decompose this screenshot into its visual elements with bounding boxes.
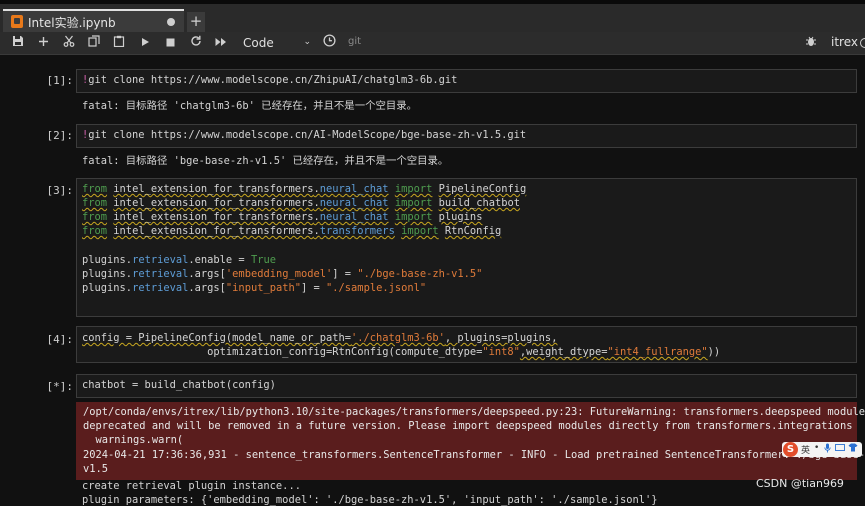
code-line: git clone https://www.modelscope.cn/Zhip…	[88, 74, 458, 86]
debugger-button[interactable]	[802, 34, 820, 52]
keyboard-icon[interactable]	[835, 443, 845, 455]
tab-notebook[interactable]: Intel实验.ipynb	[3, 9, 184, 32]
code-line: plugins.retrieval.enable = True	[82, 254, 276, 266]
bug-icon	[806, 36, 816, 46]
code-cell-1[interactable]: !git clone https://www.modelscope.cn/Zhi…	[76, 69, 857, 93]
punctuation-icon[interactable]: •	[814, 443, 819, 453]
clock-button[interactable]	[320, 34, 338, 52]
unsaved-dot-icon[interactable]	[167, 18, 175, 26]
git-label[interactable]: git	[348, 36, 361, 47]
tab-bar: Intel实验.ipynb +	[0, 4, 865, 32]
code-line: optimization_config=RtnConfig(compute_dt…	[82, 346, 721, 358]
stdout-line: plugin parameters: {'embedding_model': '…	[82, 494, 658, 506]
stop-button[interactable]	[161, 34, 179, 52]
microphone-icon[interactable]	[824, 443, 831, 456]
copy-button[interactable]	[85, 34, 103, 52]
stderr-line: warnings.warn(	[83, 434, 184, 446]
restart-button[interactable]	[187, 34, 205, 52]
new-tab-button[interactable]: +	[187, 12, 205, 32]
tab-title: Intel实验.ipynb	[28, 16, 116, 30]
code-line: from intel_extension_for_transformers.ne…	[82, 183, 527, 195]
paste-icon	[113, 35, 125, 48]
cell-output: fatal: 目标路径 'chatglm3-6b' 已经存在，并且不是一个空目录…	[82, 100, 418, 112]
cell-prompt: [1]:	[46, 74, 74, 87]
stderr-line: deprecated and will be removed in a futu…	[83, 420, 853, 432]
stop-icon	[166, 38, 174, 47]
code-line: from intel_extension_for_transformers.ne…	[82, 197, 520, 209]
code-line: git clone https://www.modelscope.cn/AI-M…	[88, 129, 527, 141]
stderr-output: /opt/conda/envs/itrex/lib/python3.10/sit…	[76, 402, 865, 480]
cell-prompt: [2]:	[46, 129, 74, 142]
kernel-name[interactable]: itrex	[831, 35, 858, 49]
chevron-down-icon: ⌄	[303, 37, 311, 47]
code-cell-2[interactable]: !git clone https://www.modelscope.cn/AI-…	[76, 124, 857, 148]
stderr-line: /opt/conda/envs/itrex/lib/python3.10/sit…	[83, 406, 865, 418]
watermark: CSDN @tian969	[756, 477, 844, 490]
save-icon	[13, 36, 23, 46]
notebook-toolbar: Code ⌄ git itrex	[0, 32, 865, 54]
plus-icon	[38, 37, 48, 46]
code-cell-3[interactable]: from intel_extension_for_transformers.ne…	[76, 178, 857, 317]
code-line: from intel_extension_for_transformers.ne…	[82, 211, 483, 223]
code-line: config = PipelineConfig(model_name_or_pa…	[82, 332, 558, 344]
cell-prompt: [4]:	[46, 333, 74, 346]
scissors-icon	[63, 35, 75, 47]
code-line: from intel_extension_for_transformers.tr…	[82, 225, 502, 237]
add-cell-button[interactable]	[34, 34, 52, 52]
cell-prompt: [3]:	[46, 184, 74, 197]
code-line: plugins.retrieval.args['embedding_model'…	[82, 268, 483, 280]
play-icon	[142, 38, 149, 46]
ime-toolbar[interactable]: S 英 •	[782, 442, 862, 457]
cell-prompt: [*]:	[46, 380, 74, 393]
stdout-line: create retrieval plugin instance...	[82, 480, 301, 492]
cell-output: fatal: 目标路径 'bge-base-zh-v1.5' 已经存在，并且不是…	[82, 155, 449, 167]
code-cell-4[interactable]: config = PipelineConfig(model_name_or_pa…	[76, 326, 857, 363]
notebook-icon	[11, 15, 23, 28]
stderr-line: 2024-04-21 17:36:36,931 - sentence_trans…	[83, 449, 865, 461]
code-line: chatbot = build_chatbot(config)	[82, 379, 276, 391]
stderr-line: v1.5	[83, 463, 109, 475]
restart-icon	[191, 35, 201, 46]
kernel-status-icon	[860, 38, 865, 48]
paste-button[interactable]	[110, 34, 128, 52]
cell-type-select[interactable]: Code ⌄	[243, 35, 311, 51]
copy-icon	[88, 35, 100, 47]
save-button[interactable]	[9, 34, 27, 52]
toolbar-divider	[0, 54, 865, 55]
run-all-button[interactable]	[212, 34, 230, 52]
ime-mode-label[interactable]: 英	[801, 443, 810, 456]
code-cell-5[interactable]: chatbot = build_chatbot(config)	[76, 374, 857, 398]
sogou-logo-icon: S	[783, 442, 798, 457]
cell-type-value: Code	[243, 36, 274, 50]
shirt-icon[interactable]	[848, 443, 858, 455]
cut-button[interactable]	[60, 34, 78, 52]
fast-forward-icon	[215, 38, 226, 46]
clock-icon	[322, 34, 336, 47]
run-button[interactable]	[136, 34, 154, 52]
code-line: plugins.retrieval.args["input_path"] = "…	[82, 282, 427, 294]
